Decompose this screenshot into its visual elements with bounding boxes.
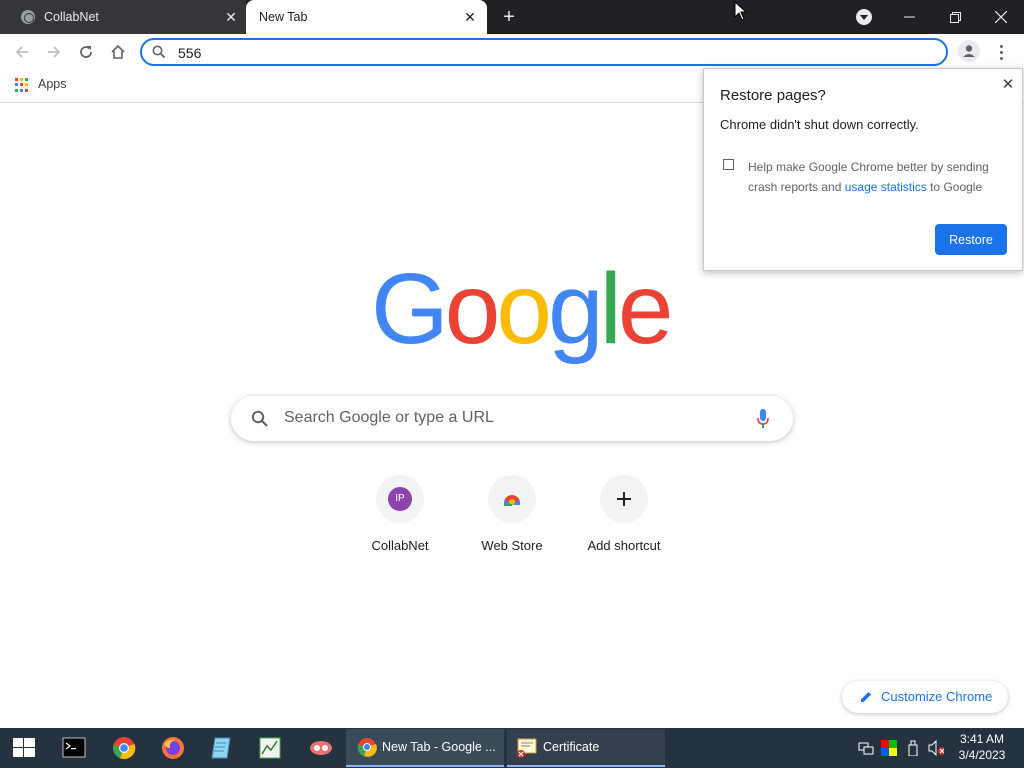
back-arrow-icon <box>15 46 28 58</box>
close-tab-icon[interactable]: ✕ <box>461 8 479 26</box>
tab-collabnet[interactable]: CollabNet ✕ <box>0 0 246 34</box>
system-clock[interactable]: 3:41 AM 3/4/2023 <box>952 731 1012 763</box>
snipping-tool-icon[interactable] <box>308 736 332 760</box>
dialog-title: Restore pages? <box>720 87 826 104</box>
shortcut-label: Add shortcut <box>587 538 661 553</box>
display-color-icon[interactable] <box>881 740 897 756</box>
tab-strip: CollabNet ✕ New Tab ✕ + <box>0 0 1024 34</box>
minimize-icon <box>903 16 915 18</box>
restore-button[interactable]: Restore <box>935 224 1007 255</box>
shortcut-label: CollabNet <box>371 538 429 553</box>
close-window-button[interactable] <box>978 0 1024 34</box>
omnibox[interactable] <box>140 38 948 66</box>
shortcut-label: Web Store <box>481 538 543 553</box>
chrome-icon <box>357 738 377 757</box>
shortcut-tile <box>488 475 536 523</box>
shortcut-web-store[interactable]: Web Store <box>456 475 568 565</box>
forward-arrow-icon <box>48 46 61 58</box>
customize-label: Customize Chrome <box>881 689 993 704</box>
web-store-icon <box>504 495 520 506</box>
taskbar: New Tab - Google ... Certificate 3:41 AM… <box>0 728 1024 768</box>
microphone-icon[interactable] <box>757 409 769 429</box>
profile-icon <box>963 45 975 57</box>
search-icon <box>251 410 268 427</box>
task-label: New Tab - Google ... <box>382 740 496 754</box>
windows-start-icon[interactable] <box>13 738 37 762</box>
chrome-icon[interactable] <box>112 736 136 760</box>
minimize-button[interactable] <box>886 0 932 34</box>
shortcut-collabnet[interactable]: IP CollabNet <box>344 475 456 565</box>
menu-dot-icon <box>1000 57 1003 60</box>
plus-icon <box>617 492 631 506</box>
logo-letter: l <box>599 253 622 365</box>
taskbar-chrome-task[interactable]: New Tab - Google ... <box>346 729 504 767</box>
search-icon <box>152 45 166 59</box>
task-manager-icon[interactable] <box>258 736 282 760</box>
search-box[interactable]: Search Google or type a URL <box>231 396 793 441</box>
pencil-icon <box>861 692 871 702</box>
logo-letter: e <box>617 253 674 365</box>
apps-bookmark[interactable]: Apps <box>38 77 67 91</box>
collabnet-favicon: IP <box>388 487 412 511</box>
home-icon <box>111 44 125 59</box>
globe-icon <box>21 10 35 24</box>
tab-title: New Tab <box>259 10 308 24</box>
close-icon[interactable]: ✕ <box>998 75 1018 95</box>
clock-time: 3:41 AM <box>959 732 1005 746</box>
logo-letter: G <box>371 253 449 365</box>
task-label: Certificate <box>543 740 600 754</box>
toolbar <box>0 34 1024 70</box>
network-icon[interactable] <box>858 740 874 756</box>
logo-letter: g <box>548 253 604 365</box>
certificate-icon <box>517 738 537 758</box>
address-input[interactable] <box>178 44 918 62</box>
reload-icon <box>80 46 92 58</box>
checkbox-text: to Google <box>926 180 983 194</box>
volume-muted-icon[interactable] <box>928 740 944 756</box>
restore-window-button[interactable] <box>932 0 978 34</box>
menu-dot-icon <box>1000 45 1003 48</box>
firefox-icon[interactable] <box>161 736 185 760</box>
reload-button[interactable] <box>74 40 98 64</box>
taskbar-certificate-task[interactable]: Certificate <box>507 729 665 767</box>
back-button[interactable] <box>10 40 34 64</box>
profile-button[interactable] <box>958 40 980 62</box>
tab-search-icon[interactable] <box>856 9 872 25</box>
close-tab-icon[interactable]: ✕ <box>222 8 240 26</box>
restore-pages-dialog: Restore pages? ✕ Chrome didn't shut down… <box>703 68 1023 271</box>
logo-letter: o <box>444 253 501 365</box>
chrome-menu-button[interactable] <box>992 40 1012 64</box>
clock-date: 3/4/2023 <box>958 748 1006 762</box>
home-button[interactable] <box>106 40 130 64</box>
usage-statistics-link[interactable]: usage statistics <box>845 180 927 194</box>
add-shortcut-button[interactable]: Add shortcut <box>568 475 680 565</box>
crash-report-checkbox[interactable] <box>723 159 734 170</box>
apps-icon[interactable] <box>15 78 29 92</box>
forward-button[interactable] <box>42 40 66 64</box>
tab-new-tab[interactable]: New Tab ✕ <box>246 0 487 34</box>
restore-window-icon <box>949 11 961 23</box>
usb-drive-icon[interactable] <box>905 740 921 756</box>
mouse-cursor-icon <box>734 1 748 21</box>
menu-dot-icon <box>1000 51 1003 54</box>
search-placeholder: Search Google or type a URL <box>284 409 494 426</box>
crash-report-label: Help make Google Chrome better by sendin… <box>748 157 1010 197</box>
logo-letter: o <box>496 253 552 365</box>
command-prompt-icon[interactable] <box>62 736 86 760</box>
shortcut-tile <box>600 475 648 523</box>
dialog-message: Chrome didn't shut down correctly. <box>720 117 919 132</box>
tab-title: CollabNet <box>44 10 99 24</box>
notepad-icon[interactable] <box>210 736 234 760</box>
close-window-icon <box>995 11 1007 23</box>
shortcut-tile: IP <box>376 475 424 523</box>
google-logo: Google <box>371 253 673 365</box>
new-tab-button[interactable]: + <box>498 6 520 28</box>
customize-chrome-button[interactable]: Customize Chrome <box>842 681 1008 713</box>
